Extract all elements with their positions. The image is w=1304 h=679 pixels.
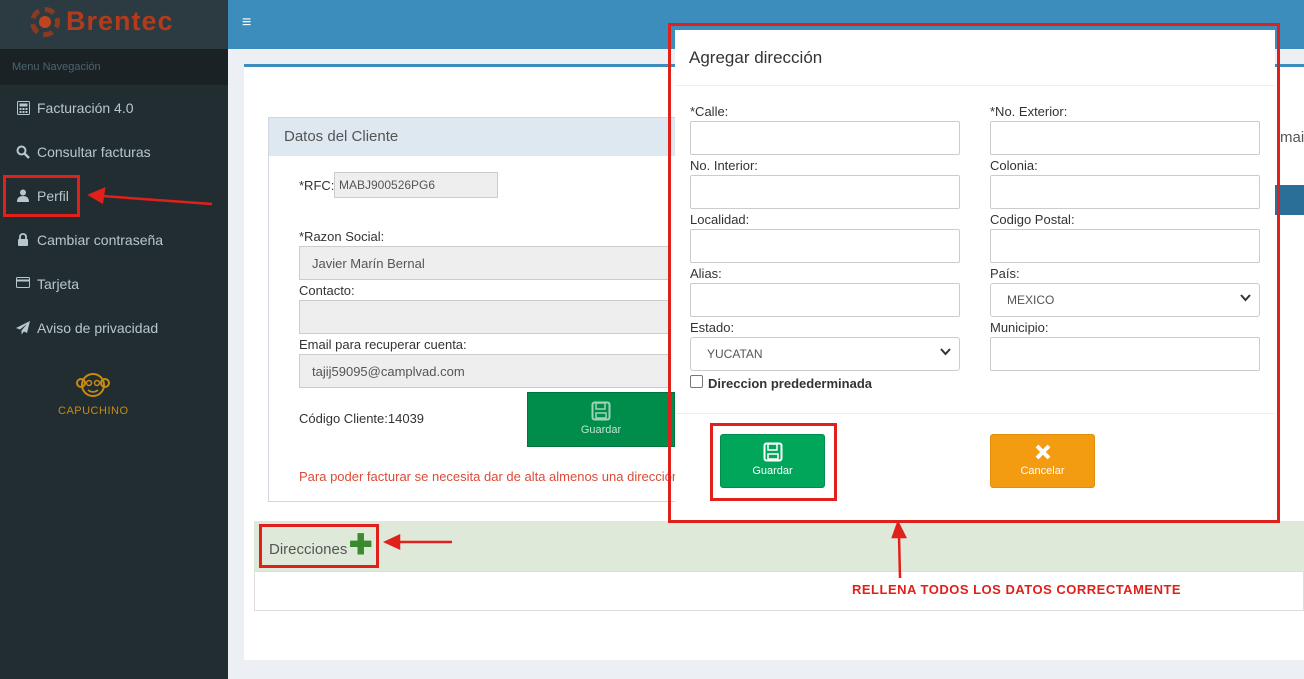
estado-selected: YUCATAN	[707, 347, 763, 361]
modal-header-divider	[675, 85, 1275, 86]
colonia-input[interactable]	[990, 175, 1260, 209]
modal-title: Agregar dirección	[689, 48, 823, 67]
codigo-postal-input[interactable]	[990, 229, 1260, 263]
default-address-checkbox[interactable]	[690, 375, 703, 388]
calle-label: *Calle:	[690, 104, 729, 119]
modal-save-button[interactable]: Guardar	[720, 434, 825, 488]
modal-cancel-button[interactable]: Cancelar	[990, 434, 1095, 488]
estado-select[interactable]: YUCATAN	[690, 337, 960, 371]
pais-selected: MEXICO	[1007, 293, 1055, 307]
pais-label: País:	[990, 266, 1020, 281]
modal-cancel-label: Cancelar	[1020, 465, 1065, 477]
chevron-down-icon	[1240, 293, 1251, 305]
default-address-label: Direccion predederminada	[708, 376, 872, 391]
floppy-disk-icon	[721, 442, 824, 465]
colonia-label: Colonia:	[990, 158, 1038, 173]
pais-select[interactable]: MEXICO	[990, 283, 1260, 317]
codigo-postal-label: Codigo Postal:	[990, 212, 1075, 227]
no-exterior-input[interactable]	[990, 121, 1260, 155]
municipio-input[interactable]	[990, 337, 1260, 371]
close-icon	[991, 444, 1094, 463]
alias-label: Alias:	[690, 266, 722, 281]
alias-input[interactable]	[690, 283, 960, 317]
annotation-note: RELLENA TODOS LOS DATOS CORRECTAMENTE	[852, 582, 1182, 597]
localidad-input[interactable]	[690, 229, 960, 263]
localidad-label: Localidad:	[690, 212, 750, 227]
no-interior-input[interactable]	[690, 175, 960, 209]
modal-footer-divider	[675, 413, 1275, 414]
municipio-label: Municipio:	[990, 320, 1049, 335]
no-interior-label: No. Interior:	[690, 158, 758, 173]
modal-save-label: Guardar	[752, 465, 793, 477]
no-exterior-label: *No. Exterior:	[990, 104, 1068, 119]
chevron-down-icon	[940, 347, 951, 359]
estado-label: Estado:	[690, 320, 735, 335]
calle-input[interactable]	[690, 121, 960, 155]
